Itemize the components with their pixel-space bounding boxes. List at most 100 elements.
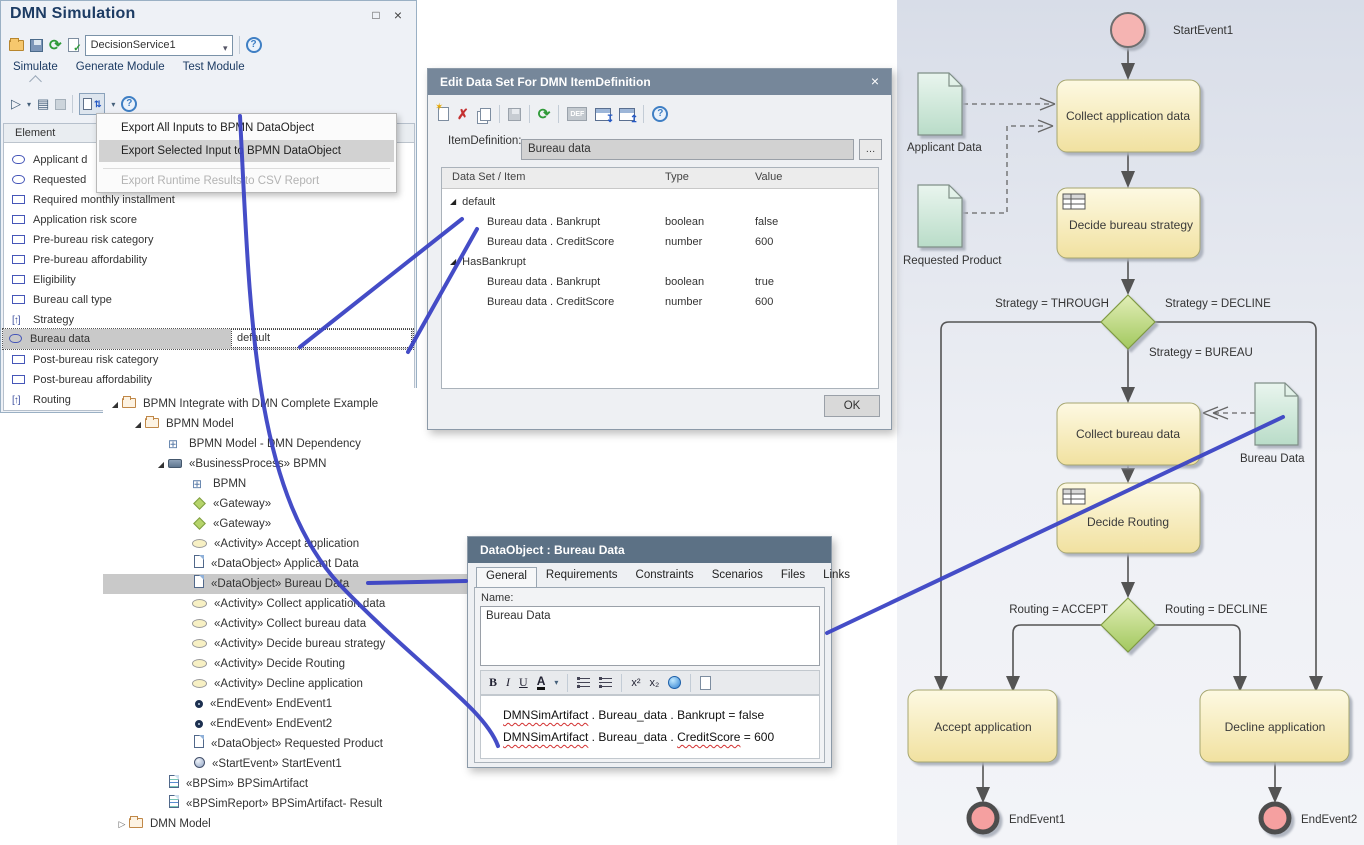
validate-icon[interactable]: ✓ bbox=[68, 38, 79, 52]
run-simulation-icon[interactable]: ▷ bbox=[11, 96, 21, 112]
tree-item-activity[interactable]: «Activity» Collect bureau data bbox=[103, 614, 467, 634]
end-event2-node[interactable] bbox=[1261, 804, 1289, 832]
expand-icon[interactable] bbox=[115, 814, 129, 835]
tab-scenarios[interactable]: Scenarios bbox=[703, 567, 772, 588]
step-icon[interactable]: ▤ bbox=[37, 96, 49, 112]
tab-simulate[interactable]: Simulate bbox=[13, 61, 58, 73]
tree-item-gateway[interactable]: «Gateway» bbox=[103, 494, 467, 514]
column-header-dataset-item[interactable]: Data Set / Item bbox=[452, 171, 525, 183]
expand-icon[interactable] bbox=[131, 415, 145, 435]
document-icon[interactable] bbox=[700, 676, 711, 690]
numbered-list-icon[interactable] bbox=[599, 677, 612, 688]
dataset-item-row[interactable]: Bureau data . CreditScorenumber600 bbox=[442, 292, 878, 312]
close-icon[interactable]: × bbox=[390, 8, 406, 24]
tree-item-package[interactable]: BPMN Model bbox=[103, 414, 467, 434]
open-folder-icon[interactable] bbox=[9, 40, 24, 51]
dataset-item-row[interactable]: Bureau data . Bankruptbooleanfalse bbox=[442, 212, 878, 232]
superscript-icon[interactable]: x² bbox=[631, 677, 640, 689]
run-options-chevron-icon[interactable]: ▾ bbox=[27, 100, 31, 109]
tab-constraints[interactable]: Constraints bbox=[627, 567, 703, 588]
font-color-chevron-icon[interactable]: ▾ bbox=[554, 678, 558, 687]
dataset-value-editor[interactable]: default bbox=[231, 329, 412, 348]
tree-item-dataobject-selected[interactable]: «DataObject» Bureau Data bbox=[103, 574, 467, 594]
routing-gateway-node[interactable] bbox=[1101, 598, 1155, 652]
new-dataset-icon[interactable]: ✶ bbox=[438, 107, 449, 121]
applicant-data-dataobject-node[interactable] bbox=[918, 73, 962, 135]
column-header-value[interactable]: Value bbox=[755, 171, 782, 183]
expand-icon[interactable] bbox=[108, 395, 122, 415]
tree-item-dataobject[interactable]: «DataObject» Requested Product bbox=[103, 734, 467, 754]
ok-button[interactable]: OK bbox=[824, 395, 880, 417]
refresh-icon[interactable]: ⟳ bbox=[538, 108, 551, 121]
column-header-type[interactable]: Type bbox=[665, 171, 689, 183]
itemdefinition-field[interactable]: Bureau data bbox=[521, 139, 854, 160]
tree-item-artifact[interactable]: «BPSimReport» BPSimArtifact- Result bbox=[103, 794, 467, 814]
tab-test-module[interactable]: Test Module bbox=[183, 61, 245, 73]
export-dataobject-button[interactable]: ⇅ bbox=[79, 93, 105, 115]
underline-icon[interactable]: U bbox=[519, 675, 528, 690]
tree-item-dataobject[interactable]: «DataObject» Applicant Data bbox=[103, 554, 467, 574]
end-event1-node[interactable] bbox=[969, 804, 997, 832]
element-row[interactable]: [↑]Strategy bbox=[5, 310, 414, 330]
hyperlink-globe-icon[interactable] bbox=[668, 676, 681, 689]
tree-item-diagram[interactable]: ⊞BPMN bbox=[103, 474, 467, 494]
maximize-icon[interactable]: □ bbox=[368, 8, 384, 24]
help-icon[interactable]: ? bbox=[121, 96, 137, 112]
tree-item-package[interactable]: DMN Model bbox=[103, 814, 467, 834]
tree-item-package[interactable]: BPMN Integrate with DMN Complete Example bbox=[103, 394, 467, 414]
element-row[interactable]: Application risk score bbox=[5, 210, 414, 230]
element-row[interactable]: Bureau call type bbox=[5, 290, 414, 310]
tree-item-diagram[interactable]: ⊞BPMN Model - DMN Dependency bbox=[103, 434, 467, 454]
requested-product-dataobject-node[interactable] bbox=[918, 185, 962, 247]
delete-dataset-icon[interactable]: ✗ bbox=[457, 106, 469, 123]
element-row[interactable]: Post-bureau risk category bbox=[5, 350, 414, 370]
element-row[interactable]: Eligibility bbox=[5, 270, 414, 290]
tab-requirements[interactable]: Requirements bbox=[537, 567, 627, 588]
tree-item-gateway[interactable]: «Gateway» bbox=[103, 514, 467, 534]
element-row[interactable]: Pre-bureau risk category bbox=[5, 230, 414, 250]
start-event-node[interactable] bbox=[1111, 13, 1145, 47]
element-row[interactable]: Pre-bureau affordability bbox=[5, 250, 414, 270]
decision-service-select[interactable]: DecisionService1 ▾ bbox=[85, 35, 233, 56]
tree-item-startevent[interactable]: «StartEvent» StartEvent1 bbox=[103, 754, 467, 774]
font-color-icon[interactable]: A bbox=[537, 676, 546, 690]
dataset-item-row[interactable]: Bureau data . Bankruptbooleantrue bbox=[442, 272, 878, 292]
browse-button[interactable]: … bbox=[859, 139, 882, 160]
bullet-list-icon[interactable] bbox=[577, 677, 590, 688]
strategy-gateway-node[interactable] bbox=[1101, 295, 1155, 349]
tree-item-activity[interactable]: «Activity» Decide bureau strategy bbox=[103, 634, 467, 654]
stop-icon[interactable] bbox=[55, 99, 66, 110]
save-icon[interactable] bbox=[30, 39, 43, 52]
tree-item-endevent[interactable]: «EndEvent» EndEvent2 bbox=[103, 714, 467, 734]
tree-item-activity[interactable]: «Activity» Accept application bbox=[103, 534, 467, 554]
help-icon[interactable]: ? bbox=[652, 106, 668, 122]
dataset-item-row[interactable]: Bureau data . CreditScorenumber600 bbox=[442, 232, 878, 252]
tab-links[interactable]: Links bbox=[814, 567, 859, 588]
bpmn-diagram-canvas[interactable]: StartEvent1 Applicant Data Requested Pro… bbox=[897, 0, 1364, 845]
element-row-selected[interactable]: Bureau data default bbox=[3, 329, 413, 349]
tree-item-activity[interactable]: «Activity» Decide Routing bbox=[103, 654, 467, 674]
bureau-data-dataobject-node[interactable] bbox=[1255, 383, 1298, 445]
dataset-group-row[interactable]: default bbox=[442, 192, 878, 212]
expand-icon[interactable] bbox=[154, 455, 168, 475]
tab-general[interactable]: General bbox=[476, 567, 537, 588]
tree-item-activity[interactable]: «Activity» Decline application bbox=[103, 674, 467, 694]
italic-icon[interactable]: I bbox=[506, 675, 510, 690]
dataset-table[interactable]: Data Set / Item Type Value default Burea… bbox=[441, 167, 879, 389]
close-icon[interactable]: × bbox=[867, 73, 883, 89]
menu-item-export-selected-input[interactable]: Export Selected Input to BPMN DataObject bbox=[99, 140, 394, 162]
export-dataset-icon[interactable] bbox=[619, 108, 635, 121]
tree-item-artifact[interactable]: «BPSim» BPSimArtifact bbox=[103, 774, 467, 794]
export-options-chevron-icon[interactable]: ▾ bbox=[111, 100, 115, 109]
name-field[interactable]: Bureau Data bbox=[480, 606, 820, 666]
import-dataset-icon[interactable] bbox=[595, 108, 611, 121]
help-icon[interactable]: ? bbox=[246, 37, 262, 53]
tab-files[interactable]: Files bbox=[772, 567, 814, 588]
tab-generate-module[interactable]: Generate Module bbox=[76, 61, 165, 73]
bold-icon[interactable]: B bbox=[489, 675, 497, 690]
element-row[interactable]: Required monthly installment bbox=[5, 190, 414, 210]
menu-item-export-all-inputs[interactable]: Export All Inputs to BPMN DataObject bbox=[99, 117, 394, 139]
tree-item-endevent[interactable]: «EndEvent» EndEvent1 bbox=[103, 694, 467, 714]
tree-item-activity[interactable]: «Activity» Collect application data bbox=[103, 594, 467, 614]
refresh-icon[interactable]: ⟳ bbox=[49, 39, 62, 52]
